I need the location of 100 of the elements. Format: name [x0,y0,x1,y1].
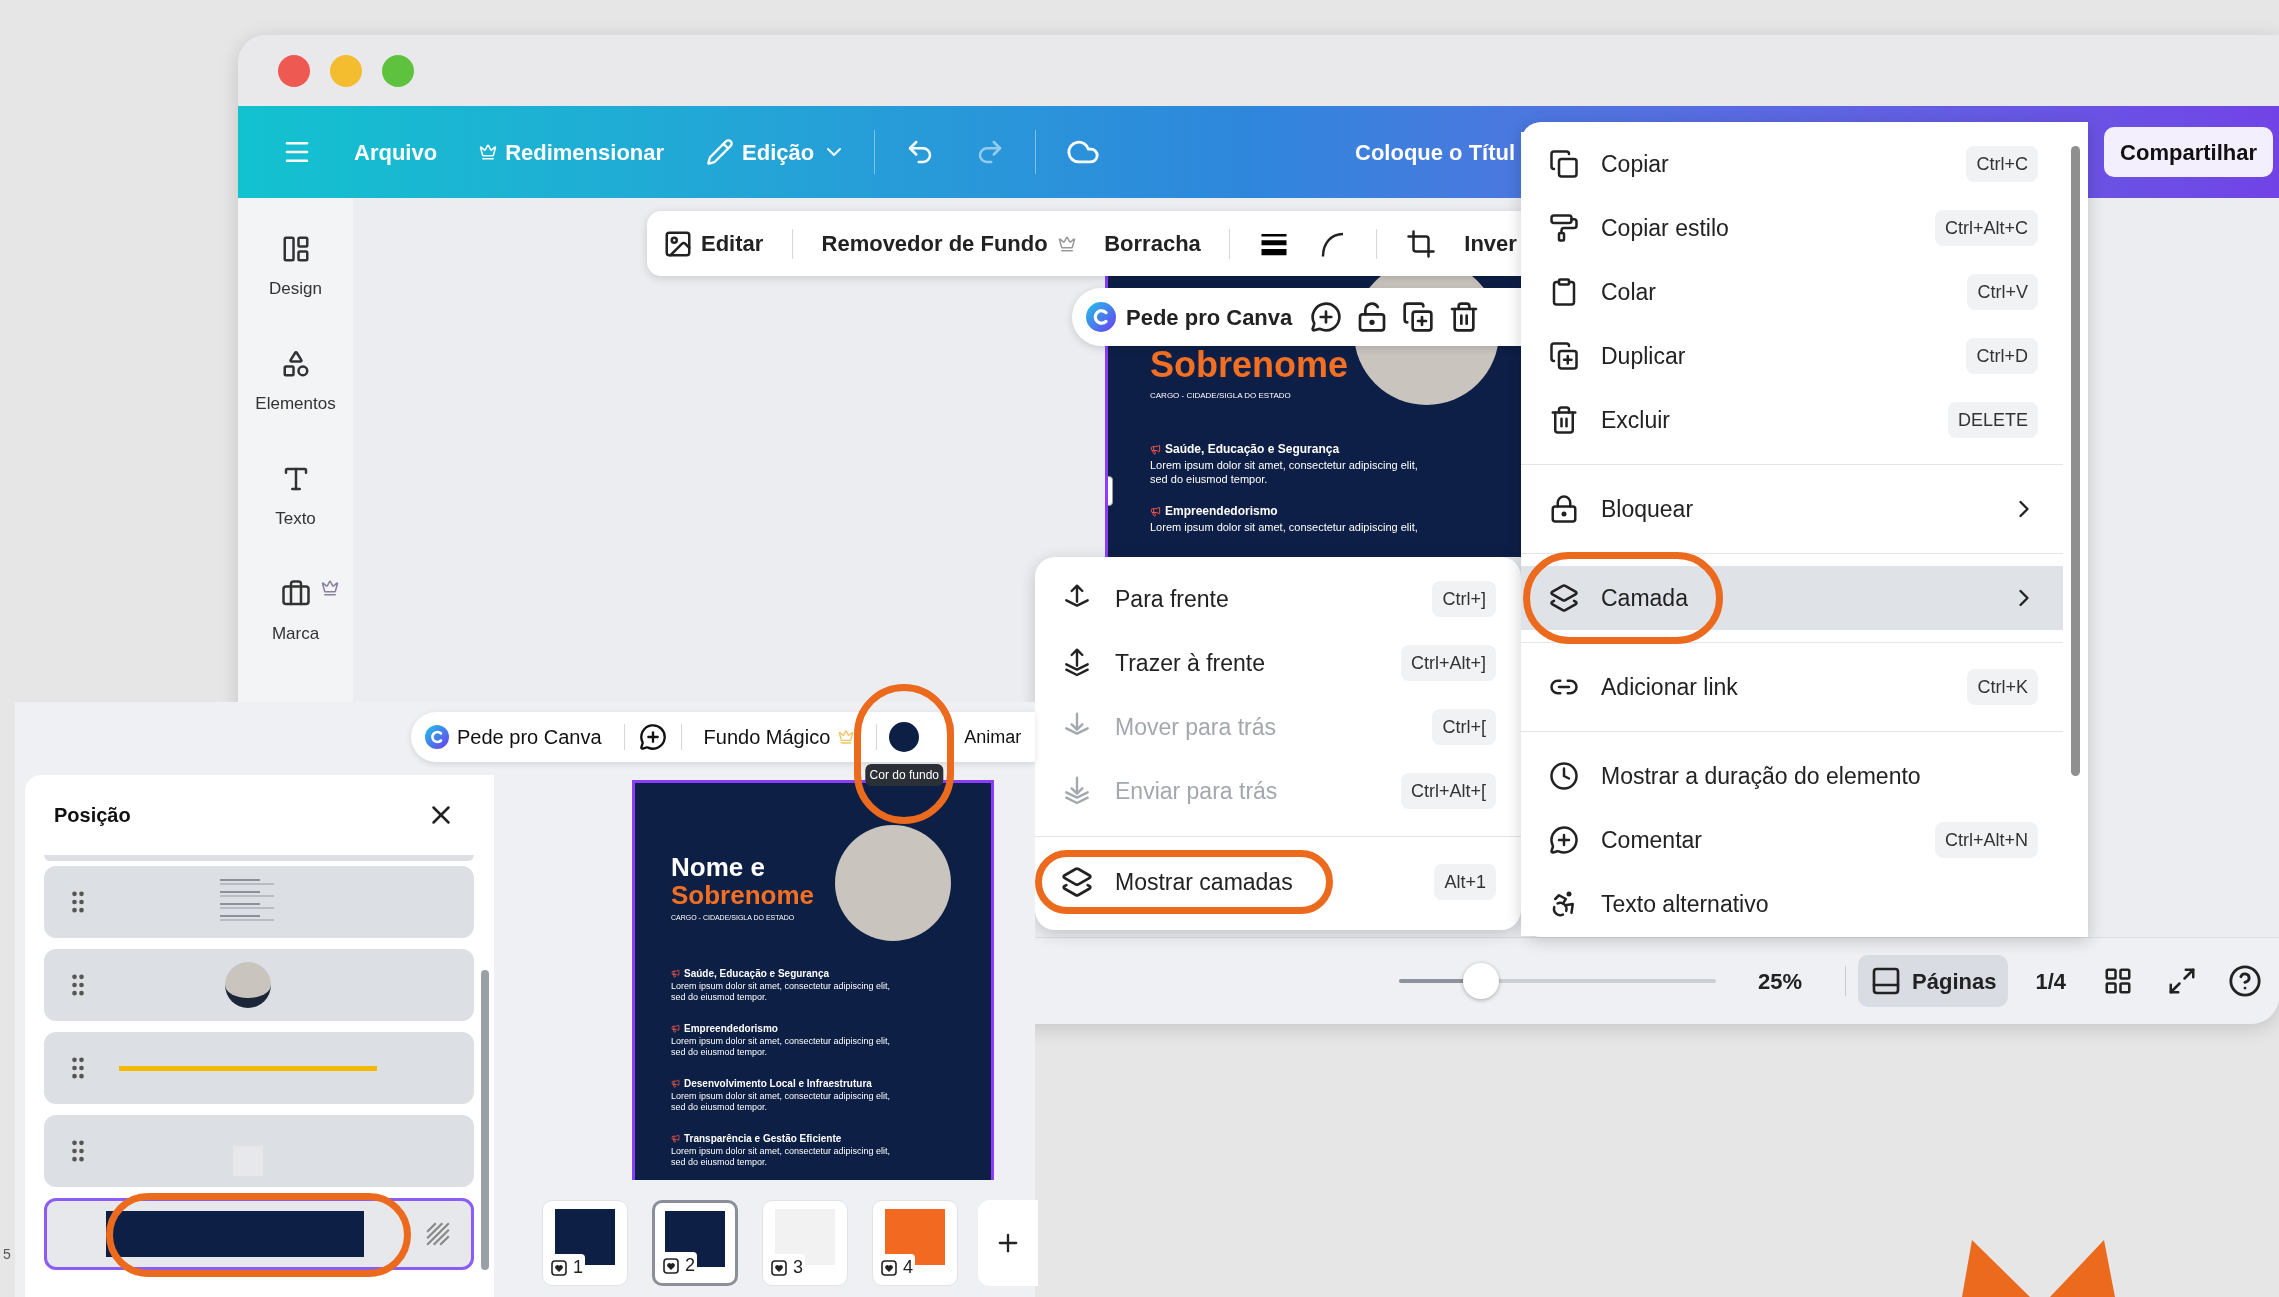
shortcut-label: DELETE [1947,402,2038,438]
name-heading: Sobrenome [1150,346,1350,384]
section-title: Transparência e Gestão Eficiente [684,1131,842,1146]
body-text: Lorem ipsum dolor sit amet, consectetur adipiscing elit, [671,1090,892,1102]
page-thumbnail[interactable]: 1 [542,1200,628,1286]
eraser-button[interactable]: Borracha [1104,227,1201,260]
name-heading: Nome e [671,853,766,881]
comment-add-icon [1549,825,1579,855]
page-thumbnail[interactable]: 4 [872,1200,958,1286]
menu-item-label: Mover para trás [1115,712,1278,742]
sidebar-item[interactable]: Marca [238,579,353,694]
body-text: Lorem ipsum dolor sit amet, consectetur adipiscing elit, [671,1145,892,1157]
body-text: sed do eiusmod tempor. [671,991,769,1003]
document-title[interactable]: Coloque o Títul [1355,135,1516,169]
menu-item-label: Para frente [1115,584,1230,614]
menu-item-label: Colar [1601,277,1657,307]
comment-add-icon[interactable] [638,723,667,751]
grid-icon[interactable] [2103,966,2133,996]
crop-icon[interactable] [1405,228,1436,259]
edit-button[interactable]: Editar [663,227,764,260]
paint-roller-icon [1549,213,1579,243]
shortcut-label: Ctrl+[ [1432,709,1496,745]
assistant-button[interactable]: Pede pro Canva [425,722,602,752]
shortcut-label: Ctrl+Alt+[ [1400,773,1496,809]
trash-icon [1549,405,1579,435]
section-title: Empreendedorismo [1165,503,1278,520]
shortcut-label: Ctrl+V [1967,274,2038,310]
photo-placeholder [225,962,271,1008]
duplicate-icon [1549,341,1579,371]
shortcut-label: Ctrl+C [1966,146,2038,182]
assistant-button[interactable]: Pede pro Canva [1086,300,1293,334]
megaphone-icon [671,1133,680,1143]
sidebar-item[interactable]: Design [238,234,353,349]
sidebar-item[interactable]: Elementos [238,349,353,464]
page-thumbnail[interactable]: 3 [762,1200,848,1286]
section-title: Empreendedorismo [684,1021,778,1036]
help-icon[interactable] [2228,964,2262,998]
shortcut-label: Ctrl+D [1966,338,2038,374]
megaphone-icon [1150,505,1161,517]
animate-button[interactable]: Animar [964,723,1022,751]
menu-item[interactable]: Mostrar camadas Alt+1 [1035,850,1521,914]
share-button[interactable]: Compartilhar [2104,127,2273,177]
crown-icon [1057,234,1076,253]
menu-item[interactable]: Para frente Ctrl+] [1035,567,1521,631]
page-number: 2 [685,1254,695,1277]
layer-row[interactable] [44,1198,474,1270]
section-title: Desenvolvimento Local e Infraestrutura [684,1076,872,1091]
menu-item[interactable]: Camada [1521,566,2063,630]
shortcut-label: Alt+1 [1434,864,1496,900]
shortcut-label: Ctrl+Alt+] [1400,645,1496,681]
body-text: Lorem ipsum dolor sit amet, consectetur adipiscing elit, [1150,458,1419,472]
page-number: 1 [573,1256,583,1279]
page-number: 4 [903,1256,913,1279]
tooltip: Cor do fundo [865,764,943,786]
menu-item-label: Mostrar camadas [1115,867,1294,897]
menu-item-label: Texto alternativo [1601,889,1770,919]
megaphone-icon [671,968,680,978]
menu-item-label: Enviar para trás [1115,776,1279,806]
background-remover-button[interactable]: Removedor de Fundo [821,227,1076,260]
scrollbar[interactable] [2071,146,2080,776]
panel-title: Posição [54,803,131,828]
layers-icon [1061,866,1093,898]
menu-item-label: Excluir [1601,405,1671,435]
section-title: Saúde, Educação e Segurança [1165,441,1340,458]
shortcut-label: Ctrl+Alt+N [1934,822,2038,858]
menu-item-label: Camada [1601,583,1689,613]
assistant-logo-icon [425,725,449,749]
expand-icon[interactable] [2167,966,2197,996]
megaphone-icon [1150,443,1161,455]
menu-item[interactable]: Trazer à frente Ctrl+Alt+] [1035,631,1521,695]
body-text: Lorem ipsum dolor sit amet, consectetur adipiscing elit, [671,1035,892,1047]
clock-icon [1549,761,1579,791]
edge-text: 5 [3,1245,11,1264]
page-thumbnail[interactable]: 2 [652,1200,738,1286]
slider-thumb[interactable] [1463,963,1500,999]
menu-item-label: Mostrar a duração do elemento [1601,761,1922,791]
crown-icon [321,579,339,597]
crown-icon [479,143,498,161]
hatch-icon [425,1221,451,1247]
menu-item-label: Adicionar link [1601,672,1739,702]
name-heading: Sobrenome [671,881,816,909]
magic-background-button[interactable]: Fundo Mágico [703,722,855,752]
sidebar-item[interactable]: Texto [238,464,353,579]
body-text: Lorem ipsum dolor sit amet, consectetur adipiscing elit, [1150,520,1419,534]
layers-icon [1549,583,1579,613]
pages-button[interactable]: Páginas [1858,955,2009,1007]
zoom-percent[interactable]: 25% [1758,964,1803,998]
menu-item-label: Duplicar [1601,341,1687,371]
scrollbar[interactable] [481,970,489,1270]
color-swatch[interactable] [889,722,920,752]
menu-item-label: Copiar [1601,149,1670,179]
megaphone-icon [671,1023,680,1033]
lock-icon [1549,494,1579,524]
body-text: Lorem ipsum dolor sit amet, consectetur adipiscing elit, [671,980,892,992]
megaphone-icon [671,1078,680,1088]
toolbar-item[interactable]: Inver [1464,227,1517,260]
duplicate-icon[interactable] [1402,301,1435,333]
pencil-icon [706,138,735,166]
shortcut-label: Ctrl+Alt+C [1934,210,2038,246]
comment-add-icon[interactable] [1310,301,1343,333]
